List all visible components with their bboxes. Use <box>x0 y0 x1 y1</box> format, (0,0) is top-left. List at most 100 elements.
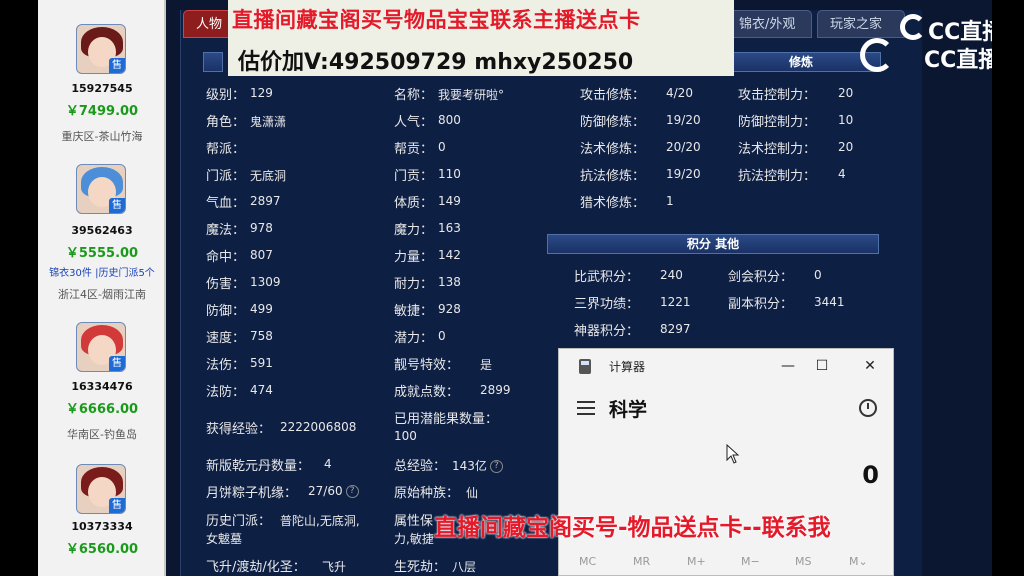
stat-value: 138 <box>438 275 461 289</box>
qianyuan-label: 新版乾元丹数量： <box>206 459 311 474</box>
stat-value: 807 <box>250 248 273 262</box>
stat-value: 3441 <box>814 295 845 309</box>
used-potential-value: 100 <box>394 429 417 443</box>
stat-label: 防御： <box>206 304 246 319</box>
avatar[interactable]: 售 <box>76 464 126 514</box>
memory-list-button[interactable]: M⌄ <box>849 555 868 568</box>
avatar[interactable]: 售 <box>76 164 126 214</box>
mouse-cursor-icon <box>726 443 740 464</box>
race-label: 原始种族： <box>394 486 460 501</box>
minimize-button[interactable]: — <box>777 355 799 377</box>
zongzi-value: 27/60? <box>308 484 359 498</box>
attr-label: 属性保 <box>394 514 434 529</box>
stat-value: 142 <box>438 248 461 262</box>
listing-price: ￥6666.00 <box>65 402 139 417</box>
stat-value: 2897 <box>250 194 281 208</box>
stat-value: 20/20 <box>666 140 701 154</box>
calculator-display: 0 <box>862 461 879 489</box>
qianyuan-value: 4 <box>324 457 332 471</box>
stat-value: 19/20 <box>666 167 701 181</box>
stat-label: 帮贡： <box>394 142 434 157</box>
sell-badge: 售 <box>109 498 125 513</box>
stat-value: 无底洞 <box>250 169 287 183</box>
calculator-titlebar[interactable]: 计算器 — ☐ ✕ <box>559 349 895 383</box>
stat-value: 4/20 <box>666 86 693 100</box>
stat-label: 人气： <box>394 115 434 130</box>
stat-value: 129 <box>250 86 273 100</box>
history-value: 普陀山,无底洞, <box>280 514 360 528</box>
cc-logo-text: CC直播 <box>924 48 1001 73</box>
help-icon[interactable]: ? <box>489 460 503 473</box>
life-value: 八层 <box>452 560 477 574</box>
sell-badge: 售 <box>109 198 125 213</box>
stat-label: 抗法修炼： <box>580 169 646 184</box>
stat-label: 角色： <box>206 115 246 130</box>
stat-label: 猎术修炼： <box>580 196 646 211</box>
listing-server: 华南区-钓鱼岛 <box>67 428 137 441</box>
memory-add-button[interactable]: M+ <box>687 555 706 568</box>
memory-clear-button[interactable]: MC <box>579 555 596 568</box>
avatar[interactable]: 售 <box>76 24 126 74</box>
stat-label: 防御控制力： <box>738 115 817 130</box>
stat-value: 是 <box>480 358 493 372</box>
stat-value: 我要考研啦° <box>438 88 505 102</box>
promo-bottom: 直播间藏宝阁买号-物品送点卡--联系我 <box>434 515 831 541</box>
listing-tags[interactable]: 锦衣30件 |历史门派5个 <box>38 264 166 279</box>
stat-value: 240 <box>660 268 683 282</box>
stat-value: 499 <box>250 302 273 316</box>
promo-line-1: 直播间藏宝阁买号物品宝宝联系主播送点卡 <box>232 8 641 32</box>
listing-id: 16334476 <box>71 380 133 393</box>
stat-value: 758 <box>250 329 273 343</box>
close-button[interactable]: ✕ <box>859 355 881 377</box>
stat-value: 591 <box>250 356 273 370</box>
promo-line-2: 估价加V:492509729 mhxy250250 <box>238 50 634 75</box>
memory-subtract-button[interactable]: M− <box>741 555 760 568</box>
stat-value: 10 <box>838 113 854 127</box>
stat-label: 攻击控制力： <box>738 88 817 103</box>
memory-store-button[interactable]: MS <box>795 555 811 568</box>
stat-value: 474 <box>250 383 273 397</box>
stat-label: 耐力： <box>394 277 434 292</box>
stat-label: 三界功绩： <box>574 297 640 312</box>
total-exp-number: 143亿 <box>452 459 487 473</box>
points-header: 积分 其他 <box>547 234 879 254</box>
stat-label: 法伤： <box>206 358 246 373</box>
life-label: 生死劫： <box>394 560 447 575</box>
history-icon[interactable] <box>859 399 877 417</box>
listing-server: 重庆区-茶山竹海 <box>61 130 143 143</box>
listing-price: ￥5555.00 <box>65 246 139 261</box>
memory-recall-button[interactable]: MR <box>633 555 650 568</box>
race-value: 仙 <box>466 486 479 500</box>
stat-value: 110 <box>438 167 461 181</box>
stat-label: 体质： <box>394 196 434 211</box>
stat-label: 力量： <box>394 250 434 265</box>
help-icon[interactable]: ? <box>345 485 359 498</box>
basic-header-bar <box>203 52 223 72</box>
stat-label: 法防： <box>206 385 246 400</box>
fly-value: 飞升 <box>322 560 347 574</box>
stat-value: 1309 <box>250 275 281 289</box>
hamburger-menu-icon[interactable] <box>577 401 595 415</box>
calculator-mode: 科学 <box>609 399 648 421</box>
stat-value: 0 <box>438 329 446 343</box>
stat-label: 魔力： <box>394 223 434 238</box>
stat-value: 1221 <box>660 295 691 309</box>
stat-label: 成就点数： <box>394 385 460 400</box>
listing-price: ￥7499.00 <box>65 104 139 119</box>
stat-value: 20 <box>838 86 854 100</box>
maximize-button[interactable]: ☐ <box>811 355 833 377</box>
attr-value: 力,敏捷 <box>394 532 434 546</box>
stat-label: 比武积分： <box>574 270 640 285</box>
listing-id: 39562463 <box>71 224 133 237</box>
tab-outfit[interactable]: 锦衣/外观 <box>726 10 812 38</box>
exp-label: 获得经验： <box>206 422 272 437</box>
stat-label: 敏捷： <box>394 304 434 319</box>
avatar[interactable]: 售 <box>76 322 126 372</box>
right-letterbox <box>992 0 1024 576</box>
stat-label: 命中： <box>206 250 246 265</box>
listing-id: 15927545 <box>71 82 133 95</box>
stat-value: 0 <box>814 268 822 282</box>
stat-value: 19/20 <box>666 113 701 127</box>
calculator-title: 计算器 <box>609 360 646 374</box>
used-potential-label: 已用潜能果数量： <box>394 412 499 427</box>
